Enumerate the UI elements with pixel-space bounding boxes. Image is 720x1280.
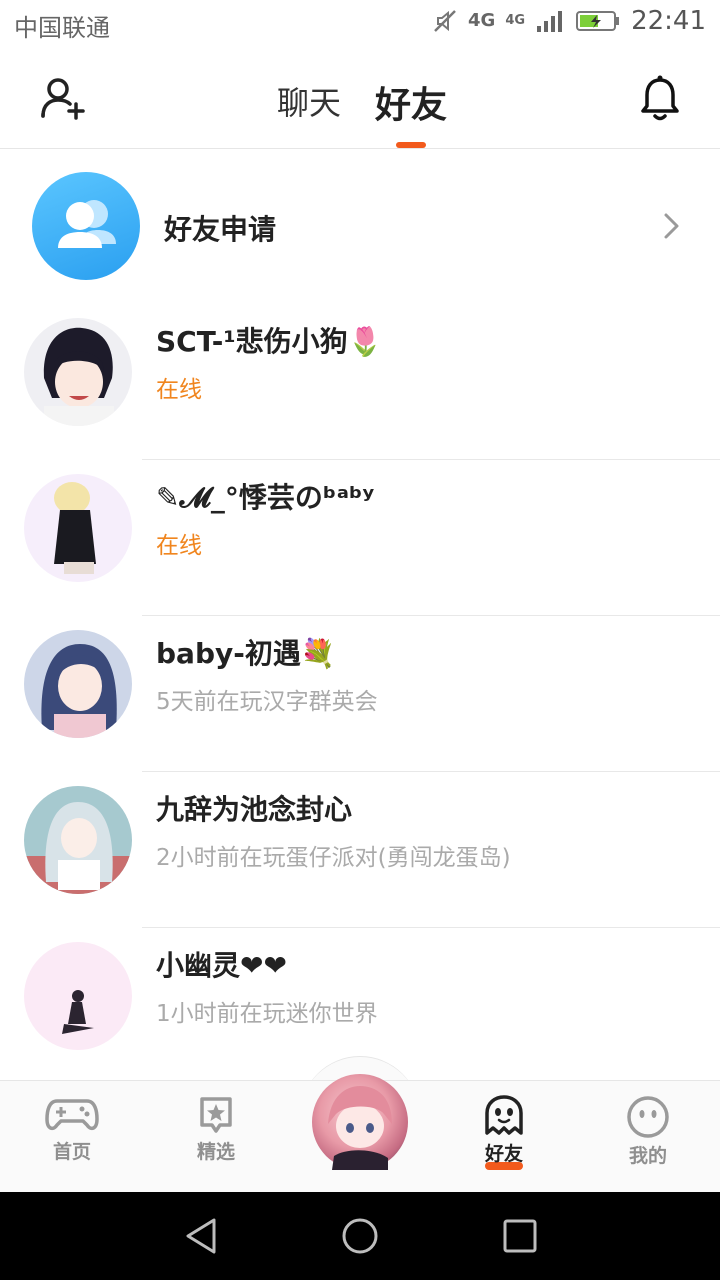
star-card-icon	[200, 1097, 232, 1133]
back-icon[interactable]	[182, 1216, 222, 1256]
center-avatar-button[interactable]	[312, 1074, 408, 1170]
bottom-nav-home-label: 首页	[52, 1141, 91, 1163]
add-friend-icon[interactable]	[38, 76, 88, 120]
friend-list-item[interactable]: baby-初遇💐 5天前在玩汉字群英会	[0, 616, 720, 772]
chevron-right-icon	[664, 213, 679, 239]
bottom-nav-friends[interactable]: 好友	[454, 1095, 554, 1170]
mute-icon	[434, 10, 456, 32]
friend-name: 小幽灵❤❤	[156, 949, 287, 982]
bottom-nav-featured-label: 精选	[196, 1141, 235, 1163]
recents-icon[interactable]	[500, 1216, 540, 1256]
bottom-nav-me-label: 我的	[628, 1145, 667, 1167]
friend-avatar	[24, 474, 132, 582]
friend-request-row[interactable]: 好友申请	[0, 150, 720, 302]
bottom-nav-friends-label: 好友	[484, 1143, 523, 1165]
friend-list-item[interactable]: 九辞为池念封心 2小时前在玩蛋仔派对(勇闯龙蛋岛)	[0, 772, 720, 928]
signal-icon	[537, 11, 563, 32]
friend-request-icon	[32, 172, 140, 280]
network-type-1: 4G	[468, 10, 496, 31]
clock: 22:41	[631, 6, 706, 36]
friend-request-label: 好友申请	[164, 213, 277, 246]
status-icons: 4G 4G 22:41	[432, 6, 706, 36]
top-nav: 聊天 好友	[0, 48, 720, 149]
battery-icon	[576, 11, 620, 31]
home-circle-icon[interactable]	[340, 1216, 380, 1256]
notification-bell-icon[interactable]	[640, 74, 680, 122]
bottom-nav-featured[interactable]: 精选	[166, 1095, 266, 1164]
friend-avatar	[24, 318, 132, 426]
friend-name: SCT-¹悲伤小狗🌷	[156, 325, 383, 358]
carrier-name: 中国联通	[14, 14, 110, 42]
friend-status: 1小时前在玩迷你世界	[156, 1001, 378, 1027]
friend-status: 5天前在玩汉字群英会	[156, 689, 378, 715]
friend-status: 在线	[156, 533, 202, 559]
network-type-2: 4G	[505, 13, 526, 28]
active-tab-indicator	[396, 142, 426, 148]
friend-name: 九辞为池念封心	[156, 793, 353, 826]
friend-avatar	[24, 786, 132, 894]
friend-name: ✎𝓜_°悸芸のᵇᵃᵇʸ	[156, 481, 375, 514]
friend-status: 在线	[156, 377, 202, 403]
system-nav-bar	[0, 1192, 720, 1280]
smiley-icon	[627, 1096, 669, 1138]
bottom-nav-me[interactable]: 我的	[598, 1095, 698, 1168]
gamepad-icon	[45, 1099, 99, 1131]
friend-list-item[interactable]: SCT-¹悲伤小狗🌷 在线	[0, 304, 720, 460]
friend-list-item[interactable]: ✎𝓜_°悸芸のᵇᵃᵇʸ 在线	[0, 460, 720, 616]
friend-avatar	[24, 942, 132, 1050]
friend-status: 2小时前在玩蛋仔派对(勇闯龙蛋岛)	[156, 845, 511, 871]
tab-chat[interactable]: 聊天	[277, 78, 341, 124]
bottom-nav-home[interactable]: 首页	[22, 1095, 122, 1164]
friend-avatar	[24, 630, 132, 738]
status-bar: 中国联通 4G 4G 22:41	[0, 0, 720, 48]
tab-friends[interactable]: 好友	[375, 76, 447, 128]
ghost-icon	[485, 1095, 523, 1135]
friend-name: baby-初遇💐	[156, 637, 336, 670]
